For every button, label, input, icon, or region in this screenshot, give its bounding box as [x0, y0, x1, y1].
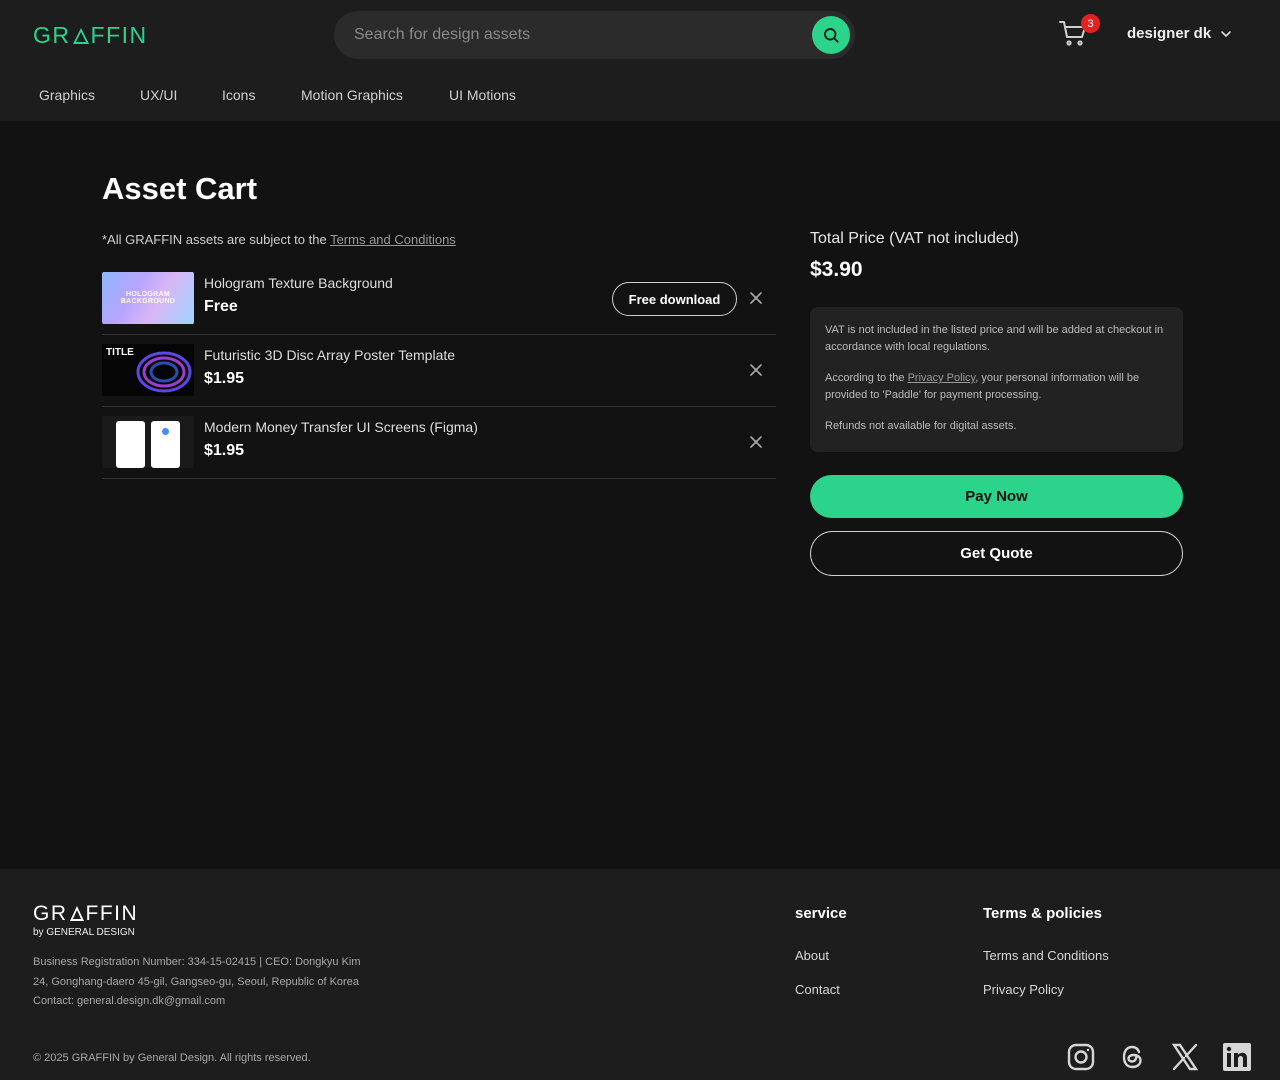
- item-name[interactable]: Modern Money Transfer UI Screens (Figma): [204, 419, 478, 435]
- payment-notice: VAT is not included in the listed price …: [810, 307, 1183, 452]
- contact-link[interactable]: Contact: [795, 982, 840, 997]
- threads-icon[interactable]: [1118, 1042, 1148, 1072]
- chevron-down-icon: [1221, 30, 1232, 37]
- privacy-notice: According to the Privacy Policy, your pe…: [825, 372, 1140, 401]
- remove-item-icon[interactable]: [748, 434, 764, 450]
- remove-item-icon[interactable]: [748, 290, 764, 306]
- item-thumbnail[interactable]: HOLOGRAM BACKGROUND: [102, 272, 194, 324]
- get-quote-button[interactable]: Get Quote: [810, 531, 1183, 576]
- item-price: $1.95: [204, 442, 245, 459]
- item-price: Free: [204, 298, 238, 315]
- pay-now-button[interactable]: Pay Now: [810, 475, 1183, 518]
- terms-note: *All GRAFFIN assets are subject to the T…: [102, 232, 456, 247]
- nav-item-ui-motions[interactable]: UI Motions: [449, 87, 516, 103]
- privacy-policy-footer-link[interactable]: Privacy Policy: [983, 982, 1064, 997]
- total-price-label: Total Price (VAT not included): [810, 230, 1019, 247]
- linkedin-icon[interactable]: [1222, 1042, 1252, 1072]
- cart-list: HOLOGRAM BACKGROUND Hologram Texture Bac…: [102, 263, 776, 479]
- footer-logo[interactable]: GR FFIN: [33, 902, 138, 926]
- total-price-value: $3.90: [810, 258, 863, 281]
- policies-heading: Terms & policies: [983, 905, 1102, 922]
- search-bar: [334, 11, 855, 59]
- search-button[interactable]: [812, 16, 850, 54]
- user-menu[interactable]: designer dk: [1127, 25, 1232, 42]
- item-name[interactable]: Hologram Texture Background: [204, 275, 393, 291]
- remove-item-icon[interactable]: [748, 362, 764, 378]
- graffin-logo[interactable]: GR FFIN: [33, 22, 148, 49]
- header: GRFFIN 3 designer dk Graphics UX/UI Icon…: [0, 0, 1280, 121]
- order-summary: Total Price (VAT not included) $3.90 VAT…: [810, 230, 1183, 576]
- avatar-dot: [162, 428, 169, 435]
- copyright: © 2025 GRAFFIN by General Design. All ri…: [33, 1052, 311, 1064]
- nav-item-graphics[interactable]: Graphics: [39, 87, 95, 103]
- nav-item-motion-graphics[interactable]: Motion Graphics: [301, 87, 403, 103]
- cart-count-badge: 3: [1081, 14, 1100, 33]
- instagram-icon[interactable]: [1066, 1042, 1096, 1072]
- footer: GR FFIN by GENERAL DESIGN Business Regist…: [0, 869, 1280, 1080]
- cart-item: HOLOGRAM BACKGROUND Hologram Texture Bac…: [102, 263, 776, 335]
- page-title: Asset Cart: [102, 171, 258, 206]
- cart-item: TITLE Futuristic 3D Disc Array Poster Te…: [102, 335, 776, 407]
- item-price: $1.95: [204, 370, 245, 387]
- user-name: designer dk: [1127, 25, 1212, 42]
- search-input[interactable]: [354, 23, 794, 47]
- about-link[interactable]: About: [795, 948, 829, 963]
- phone-screen-left: [116, 421, 145, 468]
- privacy-policy-link[interactable]: Privacy Policy: [908, 372, 976, 384]
- nav-item-ux-ui[interactable]: UX/UI: [140, 87, 177, 103]
- free-download-button[interactable]: Free download: [612, 282, 737, 316]
- search-icon: [824, 28, 839, 43]
- terms-link[interactable]: Terms and Conditions: [330, 232, 456, 247]
- item-thumbnail[interactable]: [102, 416, 194, 468]
- item-name[interactable]: Futuristic 3D Disc Array Poster Template: [204, 347, 455, 363]
- terms-conditions-link[interactable]: Terms and Conditions: [983, 948, 1109, 963]
- cart-item: Modern Money Transfer UI Screens (Figma)…: [102, 407, 776, 479]
- x-icon[interactable]: [1170, 1042, 1200, 1072]
- vat-notice: VAT is not included in the listed price …: [825, 324, 1164, 353]
- disc-array-graphic: [136, 351, 192, 393]
- company-info: Business Registration Number: 334-15-024…: [33, 956, 361, 1007]
- item-thumbnail[interactable]: TITLE: [102, 344, 194, 396]
- refund-notice: Refunds not available for digital assets…: [825, 420, 1017, 432]
- footer-byline: by GENERAL DESIGN: [33, 927, 135, 938]
- service-heading: service: [795, 905, 847, 922]
- nav-item-icons[interactable]: Icons: [222, 87, 255, 103]
